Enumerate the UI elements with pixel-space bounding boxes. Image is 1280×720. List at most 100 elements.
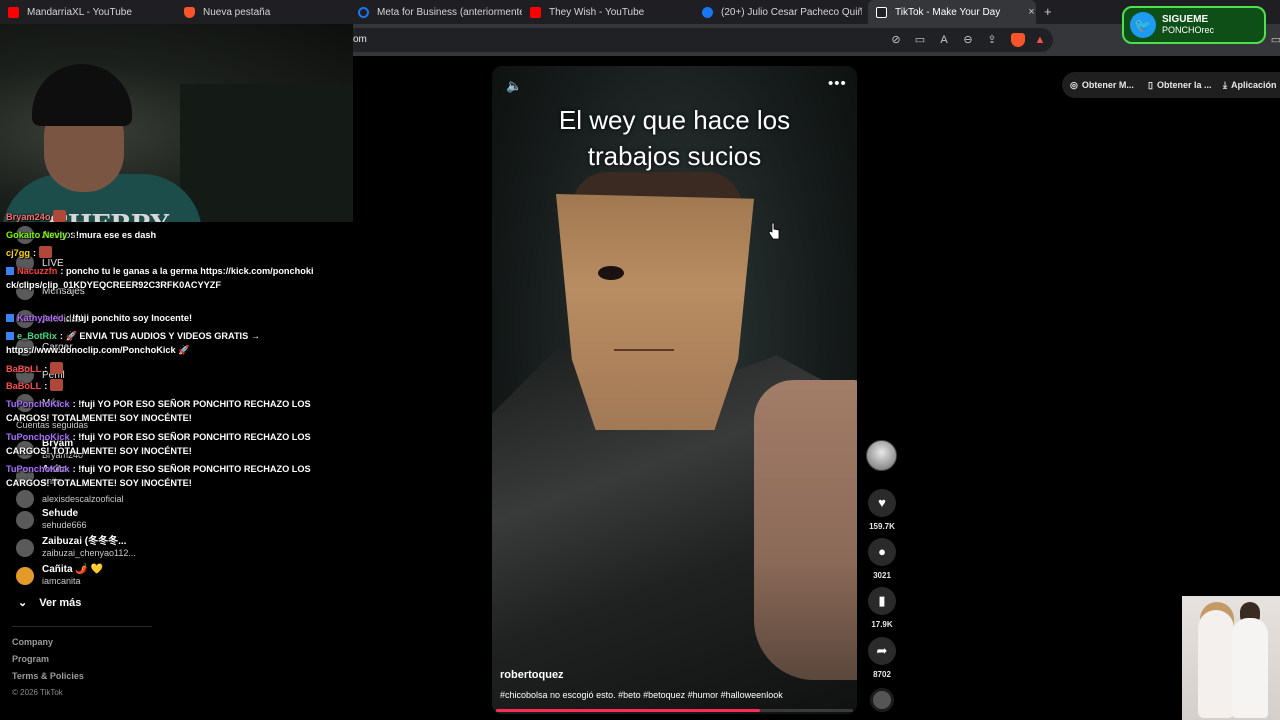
twitter-bird-icon: 🐦 [1130,12,1156,38]
tab-label: MandarriaXL - YouTube [27,6,132,18]
tab-tiktok[interactable]: TikTok - Make Your Day × [868,0,1036,24]
emote-icon [49,379,63,391]
footer-link-terms[interactable]: Terms & Policies [12,671,84,681]
following-name: Cañita 🌶️ 💛 [42,564,104,575]
overlay-photo [1182,596,1280,720]
webcam-background [180,84,353,222]
save-count: 17.9K [871,620,893,629]
chat-text: : [33,248,39,258]
following-handle: iamcanita [42,576,81,586]
caption-line: trabajos sucios [587,141,762,171]
following-item[interactable]: Zaibuzai (冬冬冬... zaibuzai_chenyao112... [16,536,136,559]
get-app-button[interactable]: ▯ Obtener la ... [1148,75,1211,95]
share-icon[interactable]: ⇪ [985,33,999,47]
following-name: Zaibuzai (冬冬冬... [42,536,127,547]
new-tab-button[interactable]: + [1044,4,1052,19]
more-dots-icon[interactable]: ••• [828,75,847,92]
get-coins-button[interactable]: ◎ Obtener M... [1070,75,1134,95]
chat-message: BaBoLL: [6,362,316,376]
share-button[interactable]: ➦ [868,637,896,665]
tab-label: (20+) Julio Cesar Pacheco Quiñones | [721,6,862,18]
video-author[interactable]: robertoquez [500,669,564,681]
chat-message: TuPonchoKick: !fuji YO POR ESO SEÑOR PON… [6,397,316,425]
brave-rewards-icon[interactable]: ▲ [1033,33,1047,47]
chat-message: TuPonchoKick: !fuji YO POR ESO SEÑOR PON… [6,462,316,490]
video-progress-bar[interactable] [496,709,853,712]
streamer-webcam: CHERRY [0,24,353,222]
tab-mandarriaxl[interactable]: MandarriaXL - YouTube [0,0,176,24]
save-button[interactable]: ▮ [868,587,896,615]
see-more-button[interactable]: ⌄ Ver más [18,596,81,610]
close-tab-icon[interactable]: × [1028,6,1034,18]
chat-user: TuPonchoKick [6,464,70,474]
chat-message: cj7gg: [6,246,316,260]
share-count: 8702 [873,670,891,679]
photo-person [1198,610,1234,718]
tab-label: TikTok - Make Your Day [895,6,1001,18]
comment-count: 3021 [873,571,891,580]
following-handle: zaibuzai_chenyao112... [42,548,136,558]
video-player[interactable]: El wey que hace los trabajos sucios 🔈 ••… [492,66,857,714]
desktop-app-label: Aplicación [1230,80,1277,90]
video-bag-eye [598,266,624,280]
music-disc-icon[interactable] [870,688,894,712]
tab-meta-business[interactable]: Meta for Business (anteriormente, Fa [350,0,522,24]
hand-cursor-icon [768,222,780,240]
facebook-icon [702,6,713,18]
emote-icon [38,246,52,258]
comment-button[interactable]: ● [868,538,896,566]
webcam-cap [32,64,132,126]
twitter-badge-title: SIGUEME [1162,14,1209,25]
sidebar-toggle-icon[interactable]: ▭ [1269,33,1280,47]
get-app-label: Obtener la ... [1156,80,1212,90]
like-count: 159.7K [869,522,895,531]
avatar [16,490,34,508]
like-button[interactable]: ♥ [868,489,896,517]
chat-user: TuPonchoKick [6,432,70,442]
brave-shields-icon[interactable] [1011,33,1025,47]
creator-avatar[interactable] [866,440,897,471]
camera-off-icon[interactable]: ⊘ [889,33,903,47]
video-bag-mouth [614,349,674,351]
footer-link-program[interactable]: Program [12,654,49,664]
translate-icon[interactable]: A [937,33,951,47]
tab-facebook-julio[interactable]: (20+) Julio Cesar Pacheco Quiñones | [694,0,862,24]
video-arm [754,380,857,680]
twitter-follow-badge: 🐦 SIGUEME PONCHOrec [1122,6,1266,44]
get-coins-label: Obtener M... [1081,80,1134,90]
following-name: Sehude [42,508,79,519]
badge-icon [6,267,14,275]
chat-message: e_BotRix: 🚀 ENVIA TUS AUDIOS Y VIDEOS GR… [6,329,316,357]
url-text: om [353,34,367,45]
following-item[interactable]: alexisdescalzooficial [16,490,124,508]
sidebar-divider [12,626,152,627]
footer-link-company[interactable]: Company [12,637,53,647]
desktop-app-button[interactable]: ⤓ Aplicación [1223,75,1277,95]
emote-icon [53,210,67,222]
zoom-icon[interactable]: ⊖ [961,33,975,47]
chat-message: BaBoLL: [6,379,316,393]
coin-icon: ◎ [1070,79,1078,90]
youtube-icon [8,6,19,18]
tab-they-wish[interactable]: They Wish - YouTube [522,0,694,24]
speaker-icon[interactable]: 🔈 [506,78,522,94]
chat-message: Gokaito Nevly: !mura ese es dash [6,228,316,242]
screen-cast-icon[interactable]: ▭ [913,33,927,47]
chat-user: BaBoLL [6,364,42,374]
avatar [16,566,34,585]
chat-message: Kathyjaled: !fuji ponchito soy Inocente! [6,311,316,325]
screen: MandarriaXL - YouTube Nueva pestaña Meta… [0,0,1280,720]
meta-icon [358,6,369,18]
chat-message: Nacuzzfn: poncho tu le ganas a la germa … [6,264,316,292]
following-item[interactable]: Cañita 🌶️ 💛 iamcanita [16,564,103,587]
chat-text: : !fuji ponchito soy Inocente! [66,313,193,323]
avatar [16,538,34,557]
comment-icon: ● [878,544,886,559]
bookmark-icon: ▮ [878,593,886,608]
tab-new-tab[interactable]: Nueva pestaña [176,0,352,24]
tiktok-icon [876,6,887,18]
video-description[interactable]: #chicobolsa no escogió esto. #beto #beto… [500,690,783,700]
chat-user: cj7gg [6,248,30,258]
chat-message: Bryam24o [6,210,316,224]
following-item[interactable]: Sehude sehude666 [16,508,87,531]
